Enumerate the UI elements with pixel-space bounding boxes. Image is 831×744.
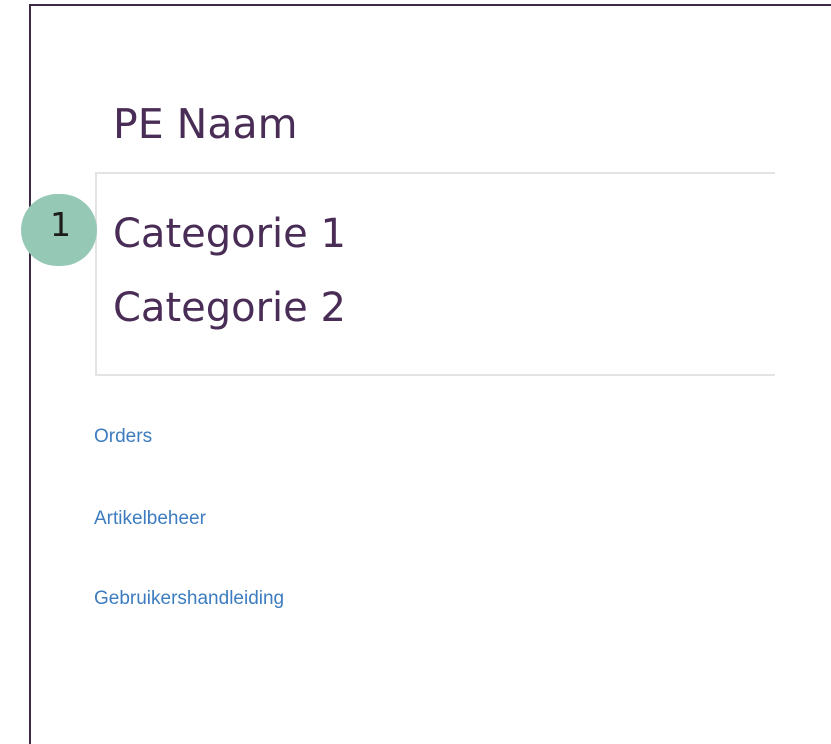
- category-item-2[interactable]: Categorie 2: [113, 285, 346, 331]
- category-item-1[interactable]: Categorie 1: [113, 211, 346, 257]
- nav-link-artikelbeheer[interactable]: Artikelbeheer: [94, 508, 206, 530]
- annotation-marker-number: 1: [50, 205, 71, 244]
- nav-link-gebruikershandleiding[interactable]: Gebruikershandleiding: [94, 588, 284, 610]
- pe-name-title: PE Naam: [113, 100, 298, 148]
- nav-link-orders[interactable]: Orders: [94, 426, 152, 448]
- category-list-box: [95, 172, 775, 376]
